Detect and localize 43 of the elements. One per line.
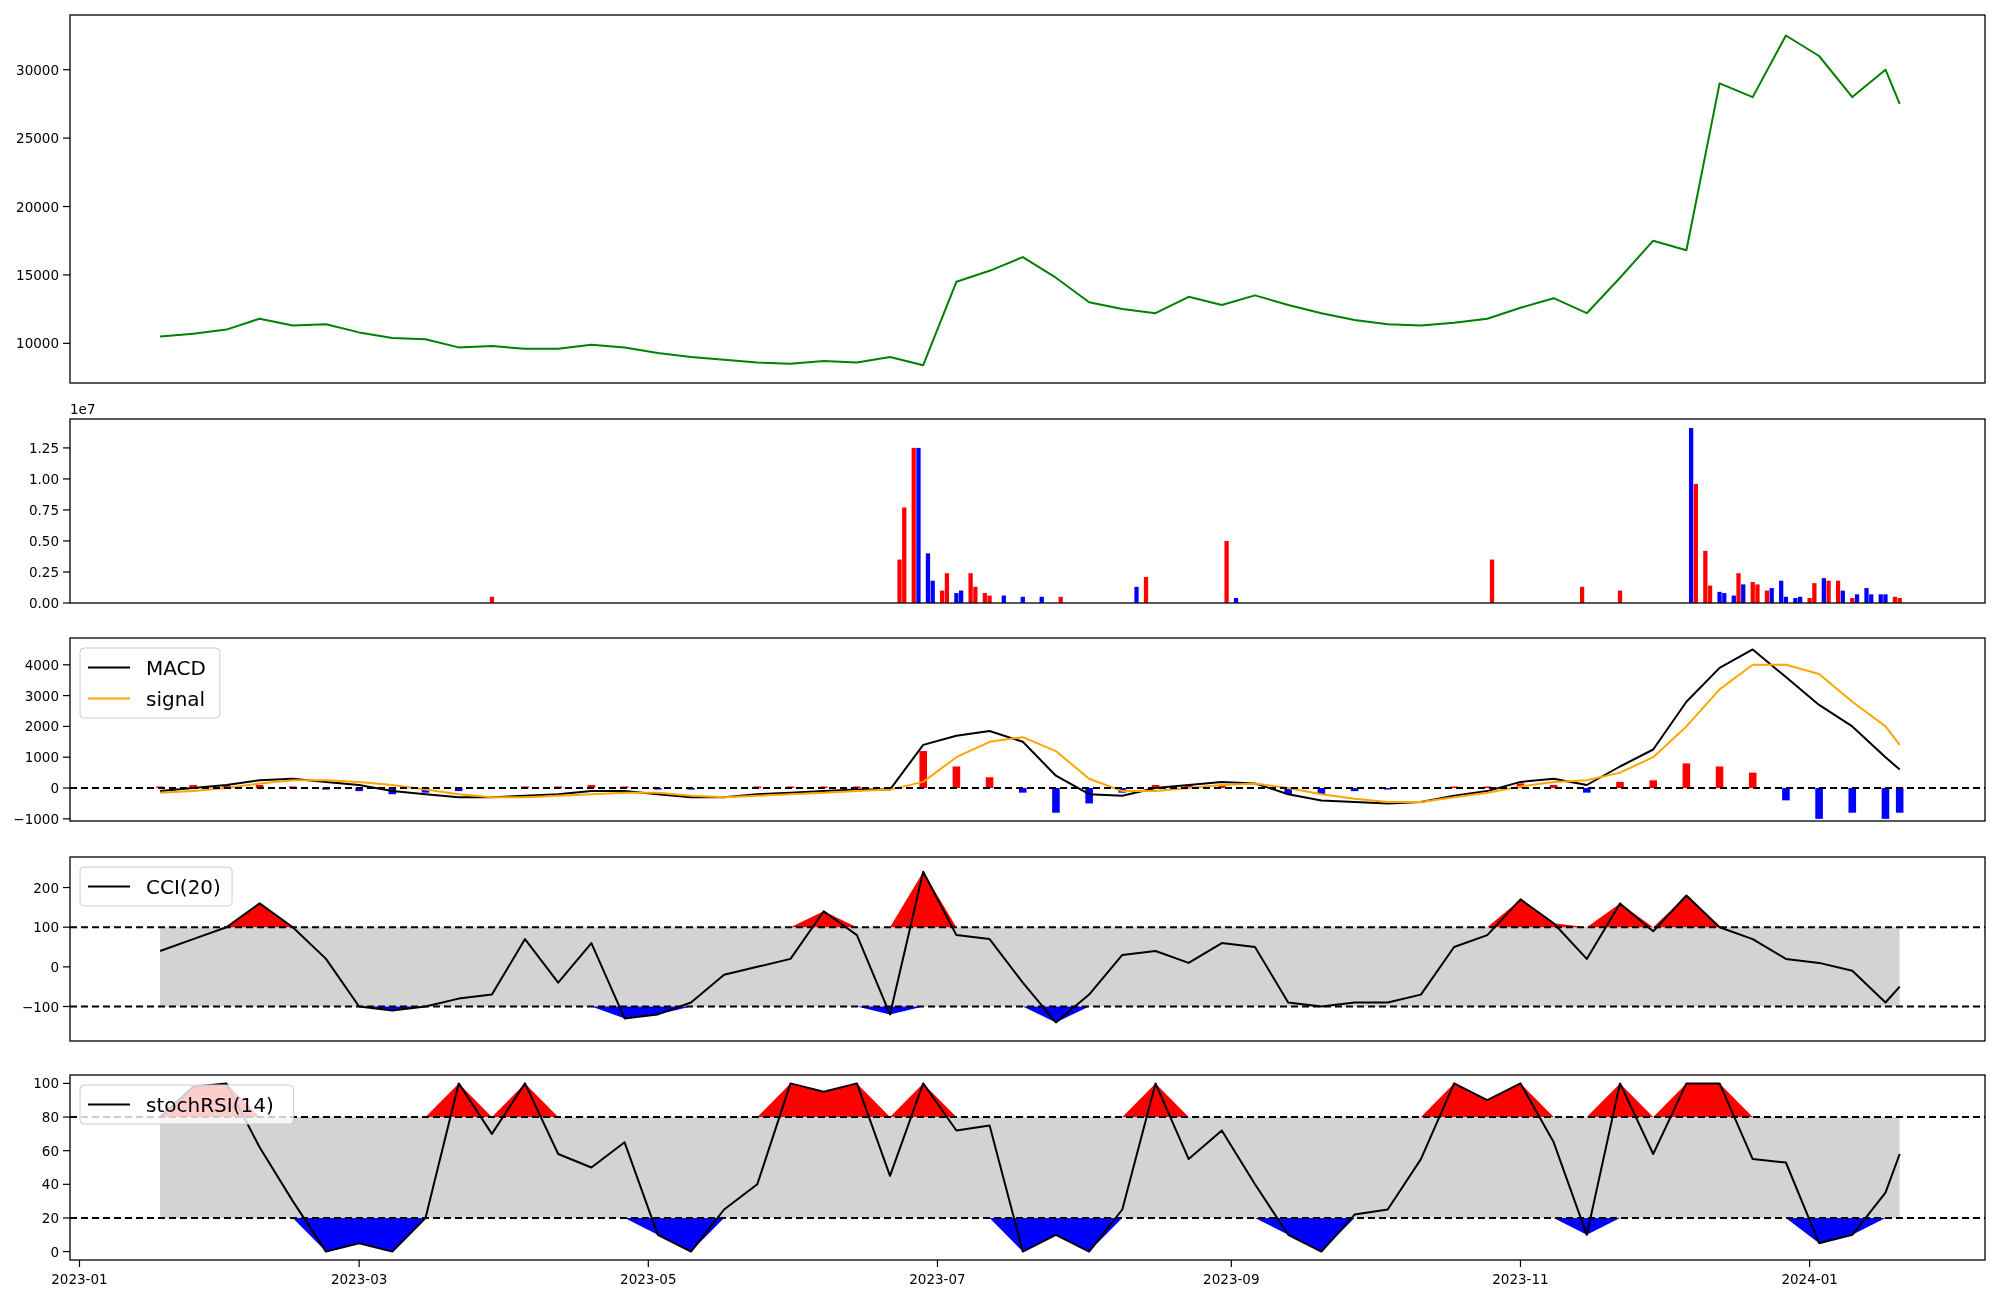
legend-label: MACD: [146, 655, 206, 680]
legend-label: signal: [146, 686, 206, 711]
y-tick-label: 0.25: [28, 564, 59, 580]
x-tick-label: 2023-11: [1492, 1271, 1549, 1287]
y-tick-label: 1.25: [28, 439, 59, 456]
x-tick-label: 2023-07: [909, 1271, 966, 1287]
legend-line-icon: [87, 885, 131, 888]
y-tick-label: 100: [33, 1075, 59, 1092]
y-tick-label: 3000: [24, 687, 59, 704]
legend-line-icon: [87, 1103, 131, 1106]
y-tick-label: 100: [33, 919, 59, 936]
y-tick-label: 20000: [16, 198, 59, 215]
y-tick-label: 0.75: [28, 501, 59, 518]
y-tick-label: 80: [41, 1109, 59, 1126]
y-tick-label: 20: [41, 1209, 59, 1226]
x-tick-label: 2023-09: [1203, 1271, 1260, 1287]
y-tick-label: 1000: [24, 749, 59, 766]
y-tick-label: −1000: [13, 810, 59, 827]
y-tick-label: 0: [50, 1243, 59, 1260]
y-tick-label: 200: [33, 879, 59, 896]
y-tick-label: 0: [50, 780, 59, 797]
legend-label: CCI(20): [146, 874, 221, 899]
x-tick-label: 2024-01: [1781, 1271, 1838, 1287]
y-tick-label: 0: [50, 958, 59, 975]
legend-line-icon: [87, 697, 131, 700]
y-tick-label: 30000: [16, 61, 59, 78]
y-tick-label: 10000: [16, 335, 59, 352]
legend-line-icon: [87, 666, 131, 669]
y-tick-label: 40: [41, 1176, 59, 1193]
legend-label: stochRSI(14): [146, 1092, 274, 1117]
y-tick-label: 4000: [24, 656, 59, 673]
y-tick-label: 0.00: [28, 595, 59, 611]
y-tick-label: 2000: [24, 718, 59, 735]
axis-offset-label: 1e7: [70, 401, 96, 417]
y-tick-label: −100: [21, 998, 59, 1015]
y-tick-label: 25000: [16, 130, 59, 147]
y-tick-label: 15000: [16, 266, 59, 283]
y-tick-label: 1.00: [28, 470, 59, 487]
y-tick-label: 60: [41, 1142, 59, 1159]
x-tick-label: 2023-05: [620, 1271, 677, 1287]
y-tick-label: 0.50: [28, 532, 59, 549]
x-tick-label: 2023-01: [51, 1271, 108, 1287]
x-tick-label: 2023-03: [330, 1271, 388, 1287]
